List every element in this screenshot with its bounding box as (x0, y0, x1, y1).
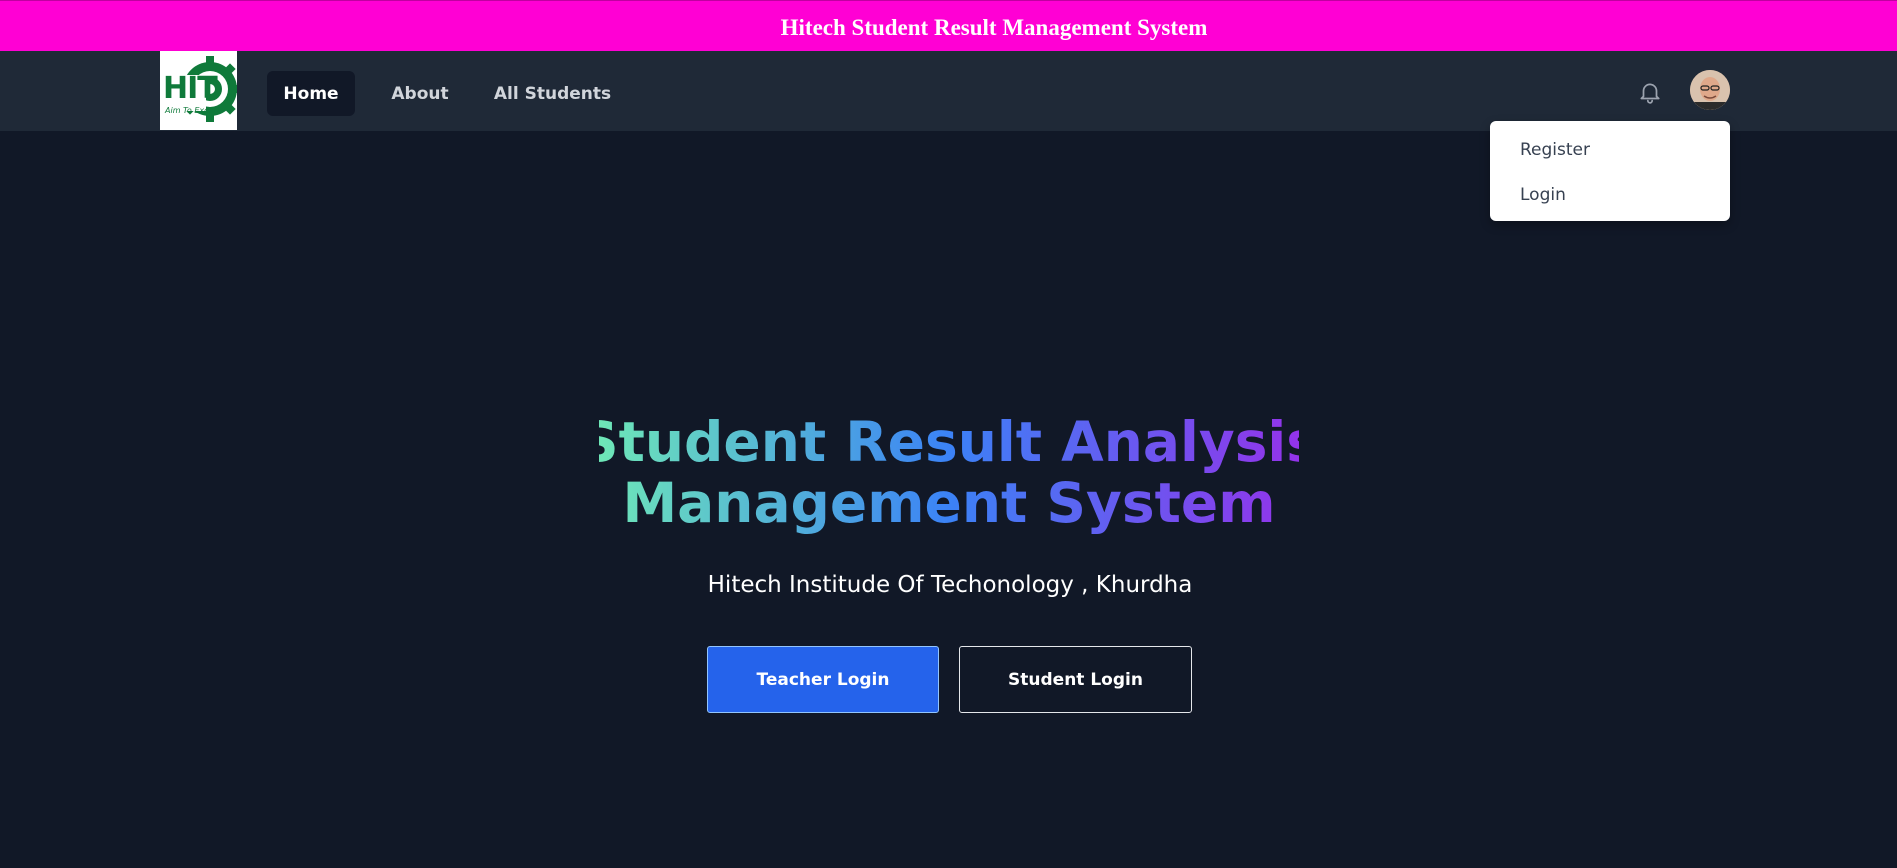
bell-icon[interactable] (1637, 78, 1663, 106)
hero-title-line2: Management System (622, 471, 1276, 535)
nav-home[interactable]: Home (267, 71, 355, 116)
nav-home-label: Home (283, 83, 339, 104)
hero-subtitle: Hitech Institude Of Techonology , Khurdh… (707, 572, 1193, 598)
nav-about-label: About (391, 83, 449, 104)
nav-all-students-label: All Students (493, 83, 612, 104)
college-logo[interactable]: HIT Aim To Excel (160, 51, 237, 130)
nav-about[interactable]: About (380, 71, 460, 116)
banner-title: Hitech Student Result Management System (780, 14, 1208, 40)
top-banner: Hitech Student Result Management System (0, 0, 1897, 51)
student-login-label: Student Login (1008, 669, 1143, 690)
nav-all-students[interactable]: All Students (490, 71, 615, 116)
hero-title-line1: Student Result Analysis (578, 410, 1320, 474)
navbar: HIT Aim To Excel Home About All Students (0, 51, 1897, 131)
avatar-image-icon (1690, 70, 1730, 110)
teacher-login-button[interactable]: Teacher Login (707, 646, 939, 713)
user-avatar[interactable] (1690, 70, 1730, 110)
teacher-login-label: Teacher Login (756, 669, 890, 690)
student-login-button[interactable]: Student Login (959, 646, 1192, 713)
user-dropdown-menu: Register Login (1490, 121, 1730, 221)
dropdown-register[interactable]: Register (1520, 135, 1590, 165)
logo-text: HIT (163, 71, 218, 106)
dropdown-login[interactable]: Login (1520, 180, 1566, 210)
logo-tagline: Aim To Excel (165, 106, 216, 115)
hero-title: Student Result Analysis Management Syste… (400, 412, 1498, 534)
